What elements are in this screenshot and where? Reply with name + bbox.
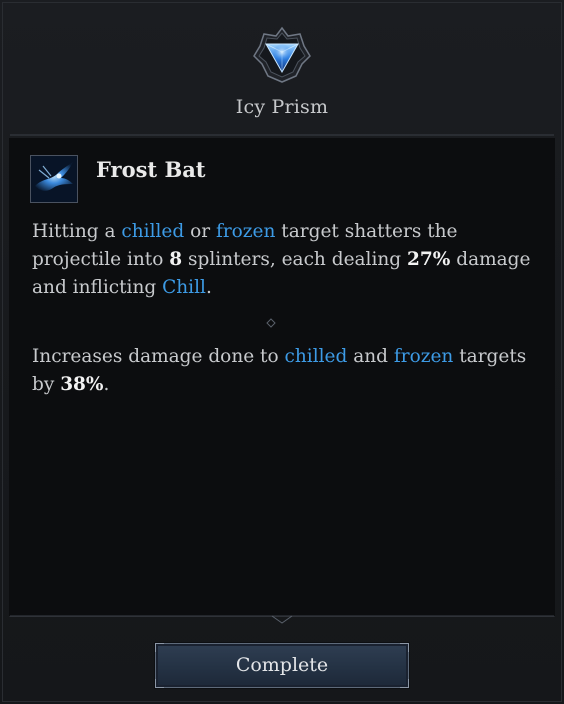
keyword-chill: Chill [162,277,206,298]
splinter-damage: 27% [407,249,451,270]
blue-prism-gem-icon [252,26,312,86]
button-corner [400,679,409,688]
tooltip-content: Frost Bat Hitting a chilled or frozen ta… [9,138,555,617]
node-title: Icy Prism [235,96,329,118]
frost-bat-icon [30,155,78,203]
button-corner [155,679,164,688]
button-corner [400,643,409,652]
damage-bonus-value: 38% [60,374,104,395]
splinter-count: 8 [169,249,183,270]
section-divider [32,318,510,328]
keyword-chilled: chilled [121,221,185,242]
skill-name: Frost Bat [96,157,206,182]
button-corner [155,643,164,652]
damage-bonus-description: Increases damage done to chilled and fro… [32,346,527,395]
keyword-frozen: frozen [393,346,454,367]
passive-node-tooltip: Icy Prism Frost Bat Hitting a chilled or… [0,0,564,704]
keyword-chilled: chilled [284,346,348,367]
effect-description: Hitting a chilled or frozen target shatt… [32,221,531,298]
header-divider [10,134,554,136]
keyword-frozen: frozen [215,221,276,242]
footer-divider [10,615,554,624]
complete-button-label: Complete [235,654,329,676]
complete-button[interactable]: Complete [155,643,409,688]
